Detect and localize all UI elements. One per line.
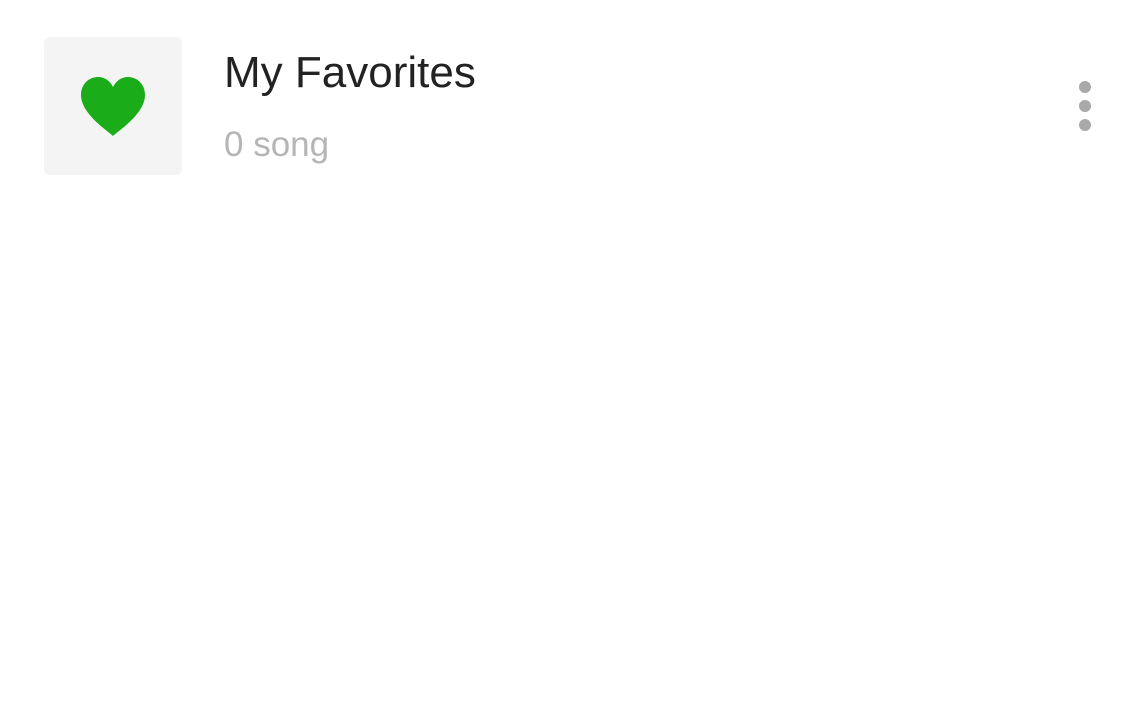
heart-shape	[81, 77, 145, 136]
playlist-title: My Favorites	[224, 48, 476, 97]
playlist-song-count: 0 song	[224, 125, 330, 164]
more-vertical-icon-dot-middle	[1079, 100, 1091, 112]
playlist-item-my-favorites[interactable]: My Favorites 0 song	[0, 0, 1146, 214]
playlist-cover	[44, 37, 182, 175]
heart-icon	[81, 77, 145, 136]
screen: My Favorites 0 song	[0, 0, 1146, 716]
more-vertical-icon-dot-bottom	[1079, 119, 1091, 131]
more-options-button[interactable]	[1058, 70, 1112, 142]
more-vertical-icon-dot-top	[1079, 81, 1091, 93]
